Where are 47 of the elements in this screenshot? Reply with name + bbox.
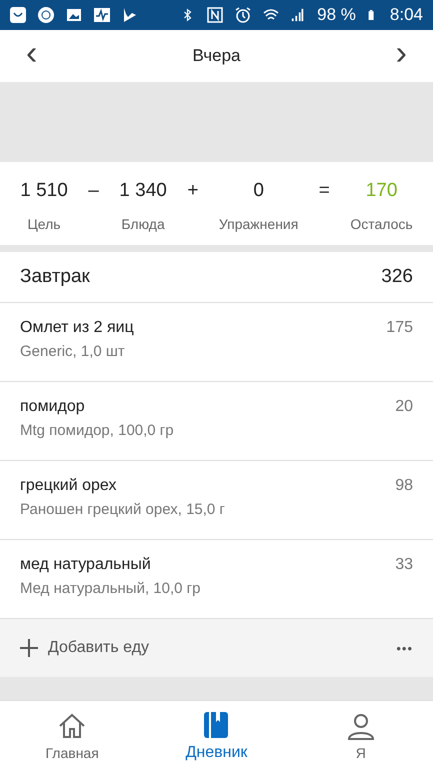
image-icon — [66, 7, 82, 23]
battery-percent: 98 % — [317, 5, 356, 25]
next-day-button[interactable]: › — [390, 36, 413, 76]
calorie-label: Упражнения — [218, 216, 298, 232]
food-row[interactable]: грецкий орех 98 Раношен грецкий орех, 15,0 г — [0, 461, 433, 540]
meal-title: Завтрак — [20, 266, 90, 288]
check-flag-icon — [122, 7, 138, 23]
clock: 8:04 — [390, 5, 423, 25]
food-calories: 175 — [386, 319, 413, 337]
food-row[interactable]: Омлет из 2 яиц 175 Generic, 1,0 шт — [0, 303, 433, 382]
calorie-value: 1 340 — [119, 180, 167, 202]
food-detail: Раношен грецкий орех, 15,0 г — [20, 501, 226, 518]
food-calories: 20 — [395, 398, 413, 416]
nfc-icon — [207, 7, 224, 23]
plus-icon — [20, 639, 38, 657]
calorie-value: 170 — [366, 180, 398, 202]
smile-app-icon — [10, 7, 26, 23]
calorie-label: Цель — [27, 216, 61, 232]
operator-sign: – — [88, 180, 99, 202]
add-food-button[interactable]: Добавить еду — [20, 639, 150, 657]
operator-sign: = — [318, 180, 330, 202]
signal-icon — [291, 7, 306, 23]
calorie-value: 0 — [253, 180, 264, 202]
food-calories: 33 — [395, 556, 413, 574]
food-detail: Generic, 1,0 шт — [20, 343, 126, 360]
nav-tab[interactable]: Главная — [0, 701, 144, 770]
calorie-value: 1 510 — [20, 180, 68, 202]
alarm-icon — [235, 7, 252, 23]
food-detail: Mtg помидор, 100,0 гр — [20, 422, 175, 439]
pulse-icon — [94, 7, 110, 23]
more-button[interactable]: ••• — [396, 640, 413, 656]
previous-day-button[interactable]: ‹ — [20, 36, 44, 76]
food-name: помидор — [20, 398, 86, 416]
food-row[interactable]: помидор 20 Mtg помидор, 100,0 гр — [0, 382, 433, 461]
nav-tab[interactable]: Дневник — [144, 701, 289, 770]
nav-tab[interactable]: Я — [288, 701, 433, 770]
food-name: грецкий орех — [20, 477, 118, 495]
operator-sign: + — [187, 180, 198, 202]
meal-calories: 326 — [381, 266, 413, 288]
food-name: мед натуральный — [20, 556, 152, 574]
food-name: Омлет из 2 яиц — [20, 319, 135, 337]
calorie-label: Осталось — [350, 216, 413, 232]
fit-app-icon — [38, 7, 54, 23]
date-title: Вчера — [192, 46, 240, 66]
food-calories: 98 — [395, 477, 413, 495]
food-detail: Мед натуральный, 10,0 гр — [20, 580, 202, 597]
calorie-label: Блюда — [121, 216, 165, 232]
